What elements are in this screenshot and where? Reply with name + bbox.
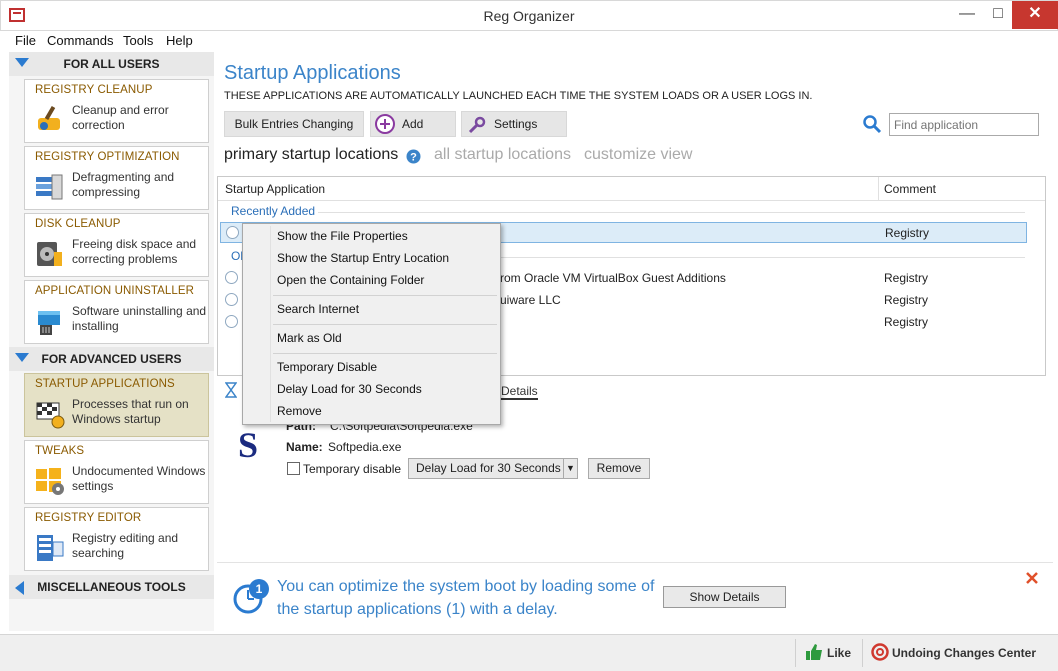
menu-file[interactable]: File xyxy=(15,33,36,48)
lifebuoy-icon xyxy=(871,643,889,661)
sidebar-item-registry-cleanup[interactable]: REGISTRY CLEANUP Cleanup and error corre… xyxy=(24,79,209,143)
windows-gear-icon xyxy=(36,468,64,495)
thumbs-up-icon xyxy=(806,644,822,660)
remove-button[interactable]: Remove xyxy=(588,458,650,479)
close-icon[interactable] xyxy=(1026,572,1038,584)
hourglass-icon xyxy=(225,382,237,398)
menu-separator xyxy=(273,353,497,354)
search-icon[interactable] xyxy=(862,114,882,134)
broom-icon xyxy=(38,105,60,130)
menu-item-show-startup-entry-location[interactable]: Show the Startup Entry Location xyxy=(277,251,449,265)
delay-load-select[interactable]: Delay Load for 30 Seconds ▼ xyxy=(408,458,578,479)
name-label: Name: xyxy=(286,440,323,454)
divider xyxy=(795,639,796,667)
tab-all-startup-locations[interactable]: all startup locations xyxy=(434,146,571,164)
section-miscellaneous-tools[interactable]: MISCELLANEOUS TOOLS xyxy=(9,575,214,599)
section-for-advanced-users[interactable]: FOR ADVANCED USERS xyxy=(9,347,214,371)
sidebar-item-application-uninstaller[interactable]: APPLICATION UNINSTALLER Software uninsta… xyxy=(24,280,209,344)
col-comment[interactable]: Comment xyxy=(884,182,936,196)
plus-icon xyxy=(375,114,395,134)
context-menu: Show the File Properties Show the Startu… xyxy=(242,223,501,425)
chevron-down-icon[interactable]: ▼ xyxy=(563,459,577,478)
group-recently-added[interactable]: Recently Added xyxy=(231,204,315,218)
minimize-button[interactable]: — xyxy=(953,1,981,29)
menu-item-temporary-disable[interactable]: Temporary Disable xyxy=(277,360,377,374)
undoing-changes-center-button[interactable]: Undoing Changes Center xyxy=(871,643,1041,663)
menu-separator xyxy=(273,324,497,325)
bulk-entries-button[interactable]: Bulk Entries Changing xyxy=(224,111,364,137)
tab-customize-view[interactable]: customize view xyxy=(584,146,692,164)
sidebar-item-tweaks[interactable]: TWEAKS Undocumented Windows settings xyxy=(24,440,209,504)
race-flag-icon xyxy=(36,402,65,429)
group-divider xyxy=(318,212,1025,213)
menu-item-search-internet[interactable]: Search Internet xyxy=(277,302,359,316)
clock-icon xyxy=(226,226,239,239)
column-divider xyxy=(878,177,879,201)
registry-editor-icon xyxy=(37,535,64,561)
view-tabs: primary startup locations ? all startup … xyxy=(224,146,724,166)
menu-commands[interactable]: Commands xyxy=(47,33,113,48)
tip-text: You can optimize the system boot by load… xyxy=(277,578,655,618)
clock-icon xyxy=(225,315,238,328)
close-button[interactable]: ✕ xyxy=(1012,1,1058,29)
clock-icon xyxy=(225,293,238,306)
col-startup-application[interactable]: Startup Application xyxy=(225,182,325,196)
maximize-button[interactable]: □ xyxy=(984,1,1012,29)
tab-primary-startup-locations[interactable]: primary startup locations xyxy=(224,146,398,164)
defrag-icon xyxy=(36,174,63,200)
temporary-disable-label: Temporary disable xyxy=(303,462,402,476)
menu-separator xyxy=(273,295,497,296)
sidebar-item-registry-optimization[interactable]: REGISTRY OPTIMIZATION Defragmenting and … xyxy=(24,146,209,210)
count-badge: 1 xyxy=(249,579,269,599)
section-for-all-users[interactable]: FOR ALL USERS xyxy=(9,52,214,76)
disk-icon xyxy=(37,242,62,266)
sidebar-item-registry-editor[interactable]: REGISTRY EDITOR Registry editing and sea… xyxy=(24,507,209,571)
sidebar-item-disk-cleanup[interactable]: DISK CLEANUP Freeing disk space and corr… xyxy=(24,213,209,277)
temporary-disable-checkbox[interactable] xyxy=(287,462,300,475)
like-button[interactable]: Like xyxy=(805,643,855,663)
menu-item-mark-as-old[interactable]: Mark as Old xyxy=(277,331,342,345)
menu-help[interactable]: Help xyxy=(166,33,193,48)
search-input[interactable] xyxy=(889,113,1039,136)
menu-gutter xyxy=(270,226,271,422)
page-title: Startup Applications xyxy=(224,62,401,84)
svg-text:?: ? xyxy=(410,152,417,164)
tab-details[interactable]: Details xyxy=(501,384,538,400)
menu-item-show-file-properties[interactable]: Show the File Properties xyxy=(277,229,408,243)
menu-item-delay-load[interactable]: Delay Load for 30 Seconds xyxy=(277,382,422,396)
help-icon[interactable]: ? xyxy=(406,149,421,164)
menu-bar: File Commands Tools Help xyxy=(0,31,1058,51)
show-details-button[interactable]: Show Details xyxy=(663,586,786,608)
window-title: Reg Organizer xyxy=(483,8,575,24)
title-bar: Reg Organizer — □ ✕ xyxy=(0,0,1058,31)
menu-item-remove[interactable]: Remove xyxy=(277,404,322,418)
sidebar: FOR ALL USERS REGISTRY CLEANUP Cleanup a… xyxy=(9,52,214,631)
page-subtitle: THESE APPLICATIONS ARE AUTOMATICALLY LAU… xyxy=(224,90,813,102)
add-button[interactable]: Add xyxy=(370,111,456,137)
menu-item-open-containing-folder[interactable]: Open the Containing Folder xyxy=(277,273,424,287)
package-icon xyxy=(38,311,60,335)
divider xyxy=(862,639,863,667)
menu-tools[interactable]: Tools xyxy=(123,33,153,48)
sidebar-item-startup-applications[interactable]: STARTUP APPLICATIONS Processes that run … xyxy=(24,373,209,437)
clock-icon xyxy=(225,271,238,284)
status-bar: Like Undoing Changes Center xyxy=(0,634,1058,671)
settings-button[interactable]: Settings xyxy=(461,111,567,137)
wrench-icon xyxy=(468,116,486,134)
app-logo: S xyxy=(238,425,259,465)
name-value: Softpedia.exe xyxy=(328,440,402,454)
